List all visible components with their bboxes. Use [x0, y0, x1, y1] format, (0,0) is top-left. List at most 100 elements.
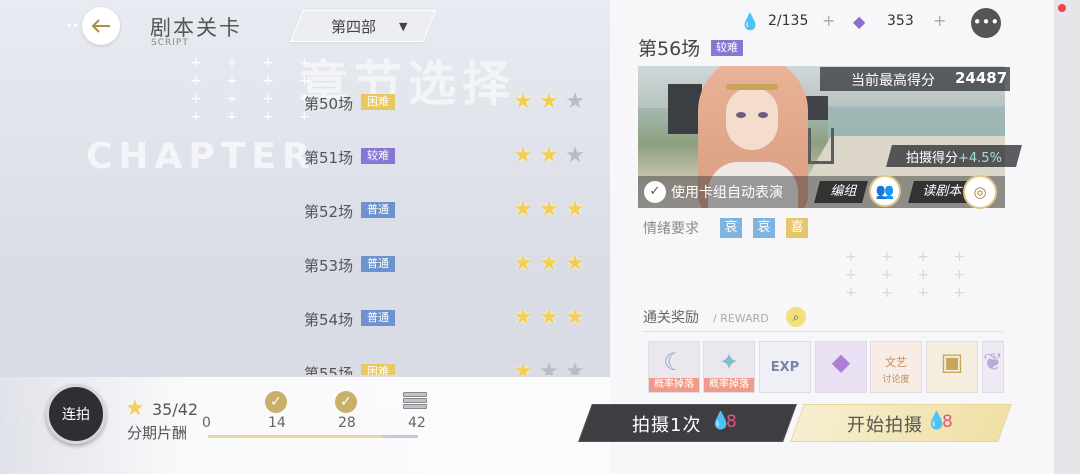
star-icon: ★ [513, 305, 533, 330]
reward-label-en: / REWARD [713, 312, 769, 325]
scene-row[interactable]: 第53场 普通 ★ ★ ★ [300, 250, 600, 280]
star-icon: ★ [565, 359, 585, 375]
gem-counter[interactable]: ◆ 353 + [853, 11, 953, 32]
star-icon: ★ [513, 251, 533, 276]
star-rating: ★ ★ ★ [510, 251, 588, 276]
difficulty-badge: 普通 [361, 256, 395, 272]
chest-icon: ▣ [940, 348, 964, 376]
moon-charm-icon: ☾ [663, 348, 685, 376]
emotion-tag: 哀 [720, 218, 742, 238]
scene-name: 第51场 [304, 149, 354, 167]
scene-row[interactable]: 第54场 普通 ★ ★ ★ [300, 304, 600, 334]
purple-gem-icon: ◆ [831, 348, 851, 376]
scene-name: 第53场 [304, 257, 354, 275]
star-icon: ★ [513, 197, 533, 222]
star-charm-icon: ✦ [718, 348, 740, 376]
auto-perform-toggle[interactable]: 使用卡组自动表演 [671, 182, 783, 202]
scene-name: 第50场 [304, 95, 354, 113]
wing-icon: ❦ [983, 348, 1004, 376]
reward-item[interactable]: ☾ 概率掉落 [648, 341, 700, 393]
scene-row[interactable]: 第51场 较难 ★ ★ ★ [300, 142, 600, 172]
stamina-counter[interactable]: 💧 2/135 + [740, 11, 840, 32]
reward-item[interactable]: ❦ [982, 341, 1004, 393]
drop-chance-tag: 概率掉落 [649, 378, 699, 392]
star-icon: ★ [125, 396, 145, 421]
start-shoot-cost: 8 [942, 412, 953, 432]
star-icon: ★ [565, 89, 585, 114]
star-icon: ★ [539, 359, 559, 375]
star-icon: ★ [539, 143, 559, 168]
chat-icon[interactable]: ••• [971, 8, 1001, 38]
discussion-label: 讨论度 [882, 375, 910, 385]
team-icon[interactable]: 👥 [869, 175, 901, 207]
shoot-once-cost: 8 [726, 412, 737, 432]
reward-item[interactable]: EXP [759, 341, 811, 393]
installment-pay-label: 分期片酬 [127, 424, 188, 442]
stamina-value: 2/135 [768, 13, 809, 29]
caret-down-icon[interactable]: ▼ [399, 20, 407, 33]
star-icon: ★ [565, 197, 585, 222]
difficulty-badge: 较难 [361, 148, 395, 164]
film-reel-icon[interactable]: ◎ [963, 175, 997, 209]
milestone-claimed-icon[interactable]: ✓ [265, 391, 287, 413]
burst-shoot-button[interactable]: 连拍 [46, 384, 106, 444]
add-stamina-button[interactable]: + [822, 11, 835, 30]
back-button[interactable] [82, 7, 120, 45]
emotion-tag: 哀 [753, 218, 775, 238]
scene-row[interactable]: 第55场 困难 ★ ★ ★ [300, 358, 600, 375]
progress-fill [208, 435, 382, 438]
score-bonus-value: +4.5% [958, 151, 1002, 166]
star-rating: ★ ★ ★ [510, 305, 588, 330]
panel-edge [1054, 0, 1080, 474]
star-rating: ★ ★ ★ [510, 89, 588, 114]
star-icon: ★ [513, 359, 533, 375]
milestone-value: 14 [268, 415, 286, 431]
star-rating: ★ ★ ★ [510, 143, 588, 168]
difficulty-badge: 普通 [361, 202, 395, 218]
shoot-once-label[interactable]: 拍摄1次 [632, 411, 701, 437]
add-gem-button[interactable]: + [933, 11, 946, 30]
emotion-tag: 喜 [786, 218, 808, 238]
difficulty-badge: 困难 [361, 364, 395, 375]
scene-row[interactable]: 第50场 困难 ★ ★ ★ [300, 88, 600, 118]
arrow-left-icon [91, 19, 110, 33]
part-selector-label[interactable]: 第四部 [331, 16, 376, 37]
reward-item[interactable]: ✦ 概率掉落 [703, 341, 755, 393]
star-icon: ★ [539, 305, 559, 330]
scene-list[interactable]: 第50场 困难 ★ ★ ★ 第51场 较难 ★ ★ ★ 第52场 普通 ★ ★ ★ 第53场… [300, 80, 600, 375]
star-icon: ★ [539, 89, 559, 114]
burst-label: 连拍 [62, 407, 90, 423]
milestone-claimed-icon[interactable]: ✓ [335, 391, 357, 413]
star-icon: ★ [565, 251, 585, 276]
star-rating: ★ ★ ★ [510, 359, 588, 375]
reward-item[interactable]: ◆ [815, 341, 867, 393]
start-shoot-label[interactable]: 开始拍摄 [847, 411, 923, 437]
check-icon[interactable]: ✓ [644, 181, 666, 203]
reward-item[interactable]: ▣ [926, 341, 978, 393]
star-icon: ★ [513, 143, 533, 168]
reward-item[interactable]: 文艺 讨论度 [870, 341, 922, 393]
exp-badge-icon: EXP [770, 360, 800, 375]
high-score-value: 24487 [955, 69, 1008, 87]
search-icon[interactable]: ⌕ [786, 307, 806, 327]
decor-plus-grid: + + + + + + + + + + + + [845, 249, 976, 301]
star-icon: ★ [513, 89, 533, 114]
star-icon: ★ [565, 143, 585, 168]
star-icon: ★ [565, 305, 585, 330]
scene-name: 第54场 [304, 311, 354, 329]
milestone-value: 0 [202, 415, 211, 431]
milestone-value: 28 [338, 415, 356, 431]
scene-title: 第56场 [638, 38, 701, 60]
scene-row[interactable]: 第52场 普通 ★ ★ ★ [300, 196, 600, 226]
decor-dots [68, 24, 78, 27]
reward-divider [643, 331, 1003, 332]
scene-name: 第52场 [304, 203, 354, 221]
purple-gem-icon: ◆ [853, 12, 866, 31]
star-count: 35/42 [152, 400, 199, 419]
emotion-label: 情绪要求 [643, 221, 699, 237]
team-button[interactable]: 编组 [814, 181, 868, 203]
notification-dot [1058, 4, 1066, 12]
discussion-icon: 文艺 [885, 356, 907, 369]
scene-name: 第55场 [304, 365, 354, 375]
coin-stack-icon[interactable] [403, 390, 429, 412]
